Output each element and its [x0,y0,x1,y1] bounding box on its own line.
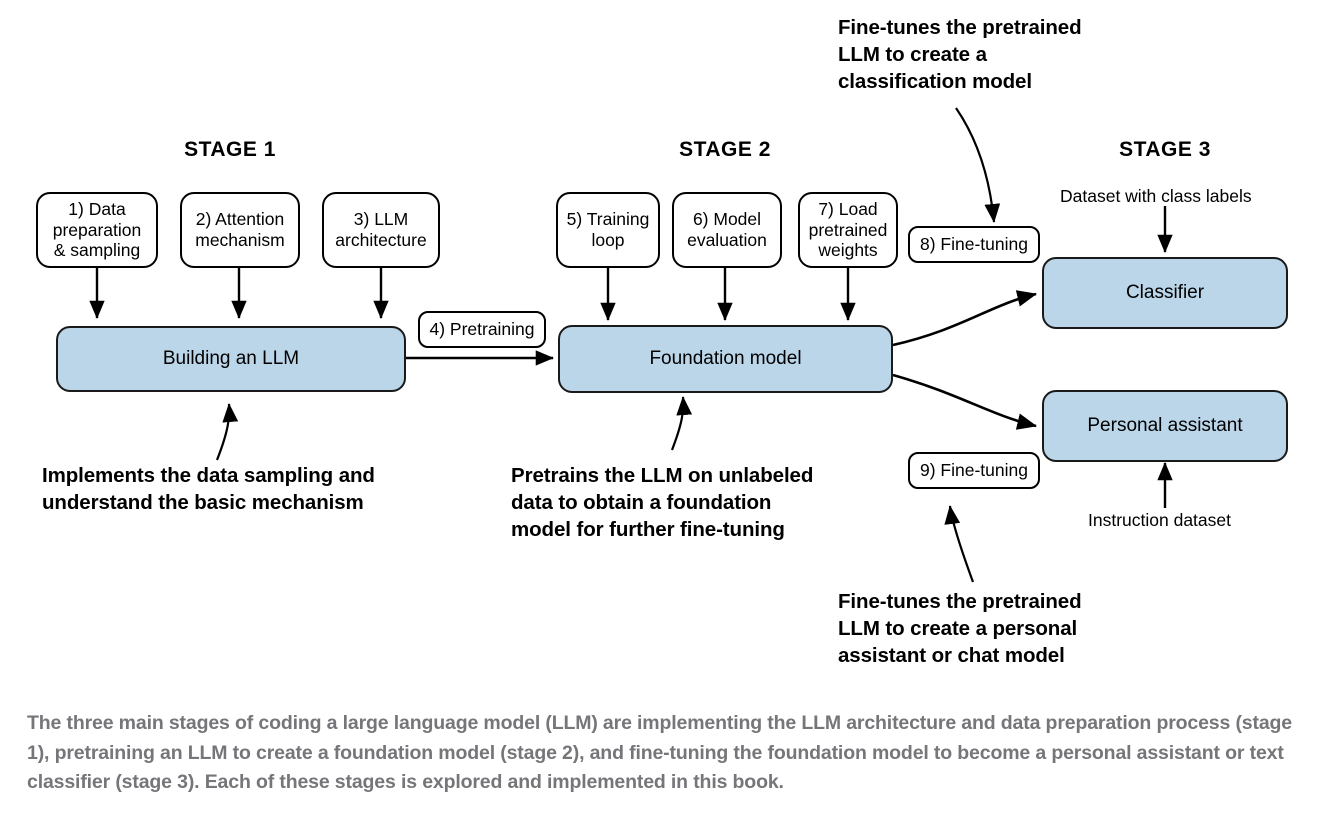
arrow-foundation-to-assistant [892,373,1038,430]
annotation-classification-model: Fine-tunes the pretrained LLM to create … [838,16,1082,94]
annotation-stage1-implements: Implements the data sampling and underst… [42,464,375,515]
blue-box-building-an-llm[interactable]: Building an LLM [56,326,406,392]
step-box-2-attention-mechanism[interactable]: 2) Attention mechanism [180,192,300,268]
stage-1-title: STAGE 1 [184,138,276,161]
stage-3-title: STAGE 3 [1119,138,1211,161]
label-dataset-with-class-labels: Dataset with class labels [1060,186,1252,206]
annotation-stage2-pretrains: Pretrains the LLM on unlabeled data to o… [511,464,814,542]
arrow-annotation-to-foundation [670,396,693,451]
step-box-7-load-pretrained-weights[interactable]: 7) Load pretrained weights [798,192,898,268]
blue-box-personal-assistant[interactable]: Personal assistant [1042,390,1288,462]
arrow-annotation-to-llm [215,403,239,461]
step-box-5-training-loop[interactable]: 5) Training loop [556,192,660,268]
arrow-foundation-to-classifier [892,290,1038,347]
step-box-1-data-preparation[interactable]: 1) Data preparation & sampling [36,192,158,268]
figure-canvas: STAGE 1 STAGE 2 STAGE 3 1) Data preparat… [0,0,1324,838]
annotation-personal-assistant: Fine-tunes the pretrained LLM to create … [838,590,1082,668]
blue-box-foundation-model[interactable]: Foundation model [558,325,893,393]
step-box-3-llm-architecture[interactable]: 3) LLM architecture [322,192,440,268]
pill-8-fine-tuning[interactable]: 8) Fine-tuning [908,226,1040,263]
label-instruction-dataset: Instruction dataset [1088,510,1231,530]
stage-2-title: STAGE 2 [679,138,771,161]
blue-box-classifier[interactable]: Classifier [1042,257,1288,329]
pill-4-pretraining[interactable]: 4) Pretraining [418,311,546,348]
pill-9-fine-tuning[interactable]: 9) Fine-tuning [908,452,1040,489]
arrow-annotation-to-finetune8 [955,107,1001,223]
step-box-6-model-evaluation[interactable]: 6) Model evaluation [672,192,782,268]
figure-caption: The three main stages of coding a large … [27,712,1292,794]
arrow-annotation-to-finetune9 [944,505,975,583]
